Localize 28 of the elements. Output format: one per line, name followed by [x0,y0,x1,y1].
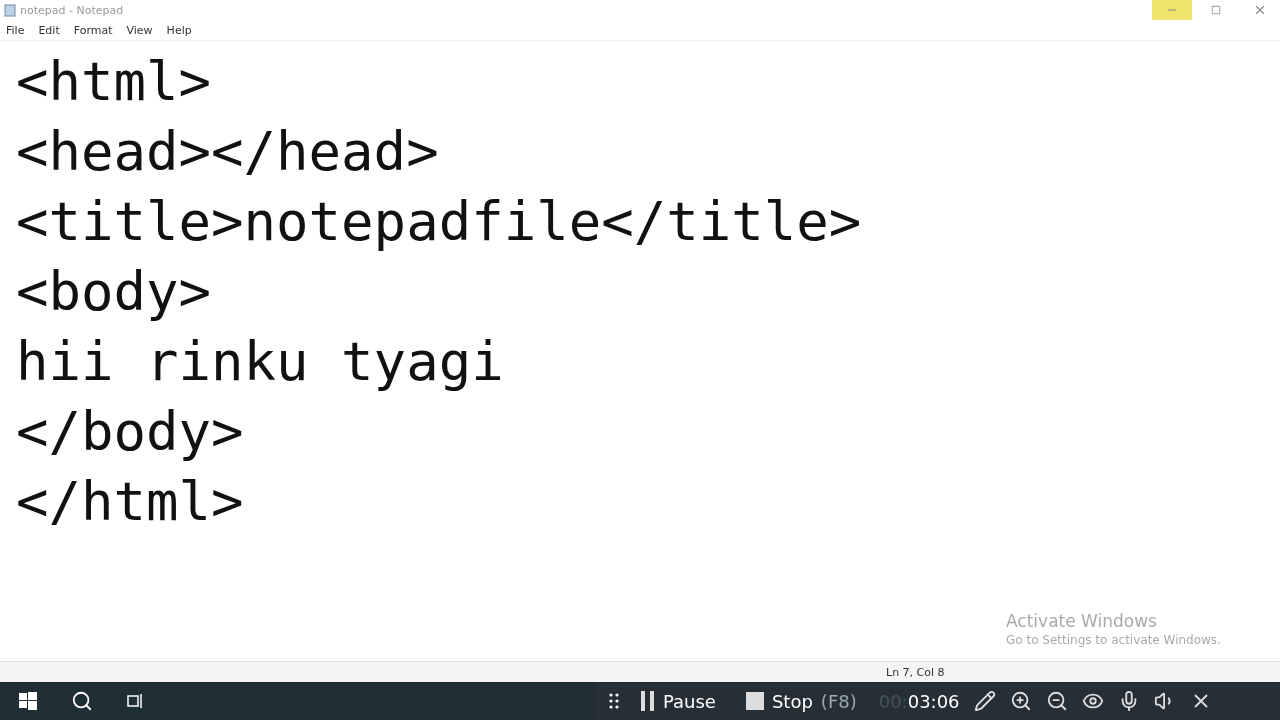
activation-subtitle: Go to Settings to activate Windows. [1006,633,1221,647]
code-line: <title>notepadfile</title> [16,189,863,255]
code-line: hii rinku tyagi [16,329,505,395]
code-line: <body> [16,259,213,325]
notepad-icon [4,3,16,17]
code-line: <head></head> [16,119,440,185]
window-title: notepad - Notepad [20,3,125,17]
pause-icon [641,691,655,711]
close-icon [1253,3,1267,17]
stop-icon [745,692,764,710]
pencil-icon[interactable] [973,690,996,712]
menu-item[interactable]: File [6,23,25,37]
zoom-in-icon[interactable] [1009,690,1032,712]
menu-item[interactable]: Edit [38,23,60,37]
code-line: <html> [16,49,213,115]
restore-icon [1211,5,1221,15]
menu-item[interactable]: Help [166,23,192,37]
menu-item[interactable]: View [126,23,153,37]
activation-title: Activate Windows [1006,611,1158,631]
menu-item[interactable]: Format [73,23,113,37]
drag-handle-icon[interactable] [609,693,619,709]
stop-button[interactable]: Stop (F8) [737,690,865,712]
timer: 03:06 [907,690,960,712]
code-line: </html> [16,469,245,535]
pause-button[interactable]: Pause [633,690,724,712]
code-line: </body> [16,399,245,465]
zoom-out-icon[interactable] [1045,690,1068,712]
cursor-position: Ln 7, Col 8 [886,665,945,679]
